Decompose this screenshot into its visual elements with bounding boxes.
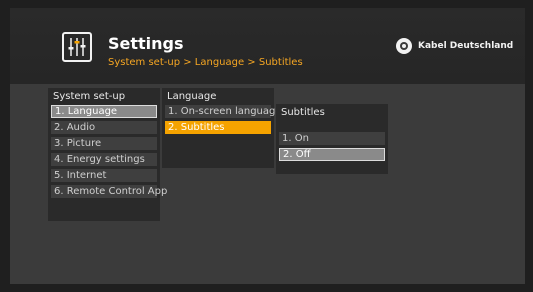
kabel-deutschland-logo-icon [396, 38, 412, 54]
breadcrumb: System set-up > Language > Subtitles [108, 57, 303, 68]
subtitles-panel: Subtitles 1. On 2. Off [276, 104, 388, 174]
brand: Kabel Deutschland [396, 38, 513, 54]
option-on[interactable]: 1. On [279, 132, 385, 145]
menu-item-internet[interactable]: 5. Internet [51, 169, 157, 182]
menu-item-picture[interactable]: 3. Picture [51, 137, 157, 150]
menu-item-remote-control-app[interactable]: 6. Remote Control App [51, 185, 167, 198]
subtitles-title: Subtitles [281, 107, 325, 118]
language-panel: Language 1. On-screen language 2. Subtit… [162, 88, 282, 168]
option-off[interactable]: 2. Off [279, 148, 385, 161]
menu-item-energy-settings[interactable]: 4. Energy settings [51, 153, 157, 166]
sliders-icon [62, 32, 92, 62]
language-title: Language [167, 91, 217, 102]
header: Settings System set-up > Language > Subt… [10, 8, 525, 84]
menu-item-subtitles[interactable]: 2. Subtitles [165, 121, 271, 134]
menu-item-on-screen-language[interactable]: 1. On-screen language [165, 105, 282, 118]
system-setup-panel: System set-up 1. Language 2. Audio 3. Pi… [48, 88, 167, 221]
menu-item-audio[interactable]: 2. Audio [51, 121, 157, 134]
system-setup-title: System set-up [53, 91, 126, 102]
brand-name: Kabel Deutschland [418, 41, 514, 51]
page-title: Settings [108, 34, 184, 53]
menu-item-language[interactable]: 1. Language [51, 105, 157, 118]
